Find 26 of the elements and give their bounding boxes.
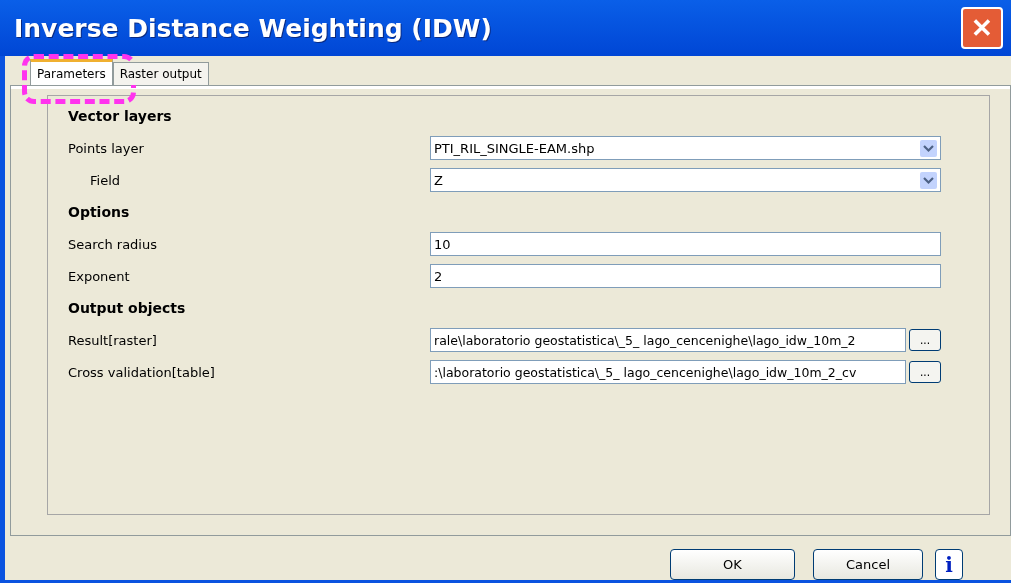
browse-button[interactable]: ...	[909, 361, 941, 383]
dropdown[interactable]: Z	[430, 168, 941, 192]
input-field[interactable]: 10	[430, 232, 941, 256]
tab[interactable]: Raster output	[112, 62, 209, 85]
input-field[interactable]: rale\laboratorio geostatistica\_5_ lago_cencenighe\lago_idw_10m_2	[430, 328, 906, 352]
dropdown[interactable]: PTI_RIL_SINGLE-EAM.shp	[430, 136, 941, 160]
section-heading: Output objects	[68, 300, 186, 316]
window-title: Inverse Distance Weighting (IDW)	[14, 13, 492, 43]
field-label: Points layer	[68, 140, 145, 156]
chevron-down-icon	[920, 139, 937, 157]
input-field[interactable]: 2	[430, 264, 941, 288]
field-label: Exponent	[68, 268, 131, 284]
browse-button[interactable]: ...	[909, 329, 941, 351]
field-label: Result[raster]	[68, 332, 158, 348]
input-field[interactable]: :\laboratorio geostatistica\_5_ lago_cencenighe\lago_idw_10m_2_cv	[430, 360, 906, 384]
dialog-button[interactable]: Cancel	[813, 549, 923, 580]
field-label: Search radius	[68, 236, 158, 252]
tab[interactable]: Parameters	[30, 59, 113, 85]
info-button[interactable]: i	[935, 549, 963, 580]
close-button[interactable]: ✕	[961, 7, 1003, 49]
chevron-down-icon	[920, 171, 937, 189]
section-heading: Options	[68, 204, 130, 220]
dialog-button[interactable]: OK	[670, 549, 795, 580]
field-label: Cross validation[table]	[68, 364, 216, 380]
field-label: Field	[89, 172, 121, 188]
section-heading: Vector layers	[68, 108, 172, 124]
